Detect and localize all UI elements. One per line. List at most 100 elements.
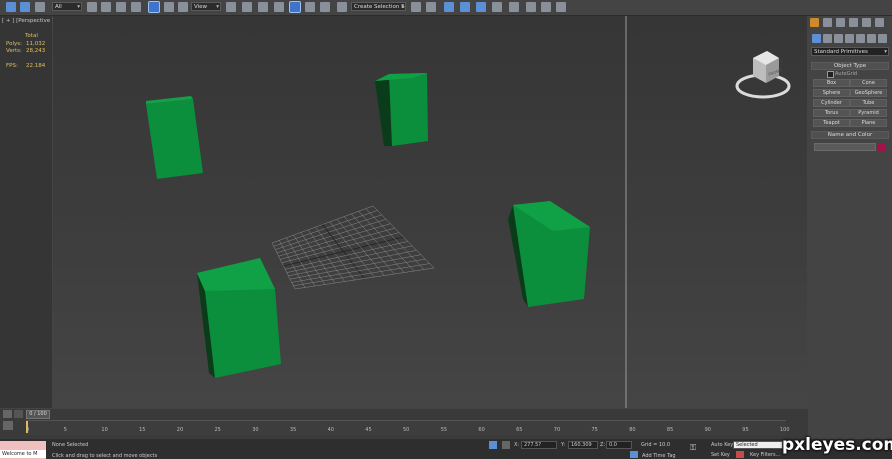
keyboard-shortcut-icon[interactable] <box>258 2 268 12</box>
layer-manager-icon[interactable] <box>444 2 454 12</box>
geometry-icon[interactable] <box>812 34 821 43</box>
object-name-field[interactable] <box>814 143 876 151</box>
geosphere-button[interactable]: GeoSphere <box>850 89 887 97</box>
mini-curve-editor-icon[interactable] <box>3 421 13 430</box>
perspective-viewport[interactable]: FRONT <box>53 16 807 408</box>
track-bar-tick-label: 20 <box>176 427 184 433</box>
watermark: pxleyes.com <box>782 435 892 455</box>
auto-key-button[interactable]: Auto Key <box>711 442 733 448</box>
selection-filter-dropdown[interactable]: All <box>52 2 82 11</box>
add-time-tag[interactable]: Add Time Tag <box>642 453 676 459</box>
reference-coordinate-dropdown[interactable]: View <box>191 2 221 11</box>
curve-editor-icon[interactable] <box>476 2 486 12</box>
viewcube <box>735 51 791 99</box>
y-label: Y: <box>561 442 566 448</box>
maxscript-listener[interactable]: Welcome to M <box>0 441 46 459</box>
name-and-color-rollout[interactable]: Name and Color <box>811 131 889 139</box>
rect-selection-icon[interactable] <box>116 2 126 12</box>
object-type-header: Object Type <box>833 63 867 69</box>
primitives-category-dropdown[interactable]: Standard Primitives <box>811 47 889 56</box>
teapot-button[interactable]: Teapot <box>813 119 850 127</box>
pivot-center-icon[interactable] <box>226 2 236 12</box>
create-tab-icon[interactable] <box>810 18 819 27</box>
modify-tab-icon[interactable] <box>823 18 832 27</box>
y-coordinate-field[interactable]: 160.309 <box>568 441 598 449</box>
set-key-icon[interactable] <box>736 451 744 458</box>
named-selection-dropdown[interactable]: Create Selection Se <box>351 2 406 11</box>
render-production-icon[interactable] <box>556 2 566 12</box>
helpers-icon[interactable] <box>856 34 865 43</box>
autogrid-checkbox[interactable] <box>827 71 834 78</box>
cylinder-button[interactable]: Cylinder <box>813 99 850 107</box>
select-manipulate-icon[interactable] <box>242 2 252 12</box>
select-rotate-icon[interactable] <box>164 2 174 12</box>
box-button[interactable]: Box <box>813 79 850 87</box>
display-tab-icon[interactable] <box>862 18 871 27</box>
fps-value: 22.184 <box>26 63 46 69</box>
pyramid-button[interactable]: Pyramid <box>850 109 887 117</box>
key-filters-button[interactable]: Key Filters... <box>750 452 780 458</box>
track-bar-tick-label: 15 <box>139 427 146 433</box>
viewport-stats-panel <box>0 16 52 408</box>
time-tag-icon[interactable] <box>630 451 638 458</box>
tube-button[interactable]: Tube <box>850 99 887 107</box>
edit-named-selection-icon[interactable] <box>337 2 347 12</box>
select-by-name-icon[interactable] <box>101 2 111 12</box>
align-icon[interactable] <box>426 2 436 12</box>
verts-label: Verts: <box>6 48 22 54</box>
x-coordinate-field[interactable]: 277.5? <box>521 441 557 449</box>
track-bar-tick-label: 65 <box>516 427 523 433</box>
motion-tab-icon[interactable] <box>849 18 858 27</box>
track-bar-tick-label: 50 <box>403 427 410 433</box>
object-color-swatch[interactable] <box>878 143 886 151</box>
select-scale-icon[interactable] <box>178 2 188 12</box>
scene-canvas[interactable]: FRONT <box>53 16 807 408</box>
mirror-icon[interactable] <box>411 2 421 12</box>
graphite-ribbon-icon[interactable] <box>460 2 470 12</box>
key-mode-dropdown[interactable]: Selected <box>733 441 783 449</box>
snaps-toggle-icon[interactable] <box>274 2 284 12</box>
key-icon[interactable]: ⚿ <box>690 444 704 452</box>
track-bar-tick-label: 45 <box>365 427 372 433</box>
object-type-rollout[interactable]: Object Type <box>811 62 889 70</box>
track-bar-tick-label: 85 <box>666 427 674 433</box>
material-editor-icon[interactable] <box>509 2 519 12</box>
cone-button[interactable]: Cone <box>850 79 887 87</box>
bind-spacewarp-icon[interactable] <box>35 2 45 12</box>
lights-icon[interactable] <box>834 34 843 43</box>
systems-icon[interactable] <box>878 34 887 43</box>
angle-snap-icon[interactable] <box>289 1 301 13</box>
utilities-tab-icon[interactable] <box>875 18 884 27</box>
prev-frame-icon[interactable] <box>14 410 23 418</box>
track-bar-tick-label: 40 <box>327 427 334 433</box>
plane-object <box>271 205 435 290</box>
time-slider[interactable]: 0 / 100 <box>26 410 50 419</box>
sphere-button[interactable]: Sphere <box>813 89 850 97</box>
z-coordinate-field[interactable]: 0.0 <box>606 441 632 449</box>
shapes-icon[interactable] <box>823 34 832 43</box>
command-panel: Standard Primitives Object Type AutoGrid… <box>808 16 892 408</box>
spinner-snap-icon[interactable] <box>320 2 330 12</box>
select-object-icon[interactable] <box>87 2 97 12</box>
select-move-icon[interactable] <box>148 1 160 13</box>
maxscript-input[interactable]: Welcome to M <box>0 450 46 458</box>
spacewarps-icon[interactable] <box>867 34 876 43</box>
grid-line <box>343 216 395 275</box>
link-icon[interactable] <box>6 2 16 12</box>
percent-snap-icon[interactable] <box>305 2 315 12</box>
cameras-icon[interactable] <box>845 34 854 43</box>
absolute-mode-icon[interactable] <box>502 441 510 449</box>
track-bar-tick-label: 0 <box>26 427 30 433</box>
schematic-view-icon[interactable] <box>492 2 502 12</box>
time-config-icon[interactable] <box>3 410 12 418</box>
plane-button[interactable]: Plane <box>850 119 887 127</box>
render-setup-icon[interactable] <box>526 2 536 12</box>
hierarchy-tab-icon[interactable] <box>836 18 845 27</box>
torus-button[interactable]: Torus <box>813 109 850 117</box>
grid-line <box>291 258 426 283</box>
window-crossing-icon[interactable] <box>131 2 141 12</box>
set-key-button[interactable]: Set Key <box>711 452 730 458</box>
unlink-icon[interactable] <box>20 2 30 12</box>
rendered-frame-window-icon[interactable] <box>541 2 551 12</box>
selection-lock-icon[interactable] <box>489 441 497 449</box>
